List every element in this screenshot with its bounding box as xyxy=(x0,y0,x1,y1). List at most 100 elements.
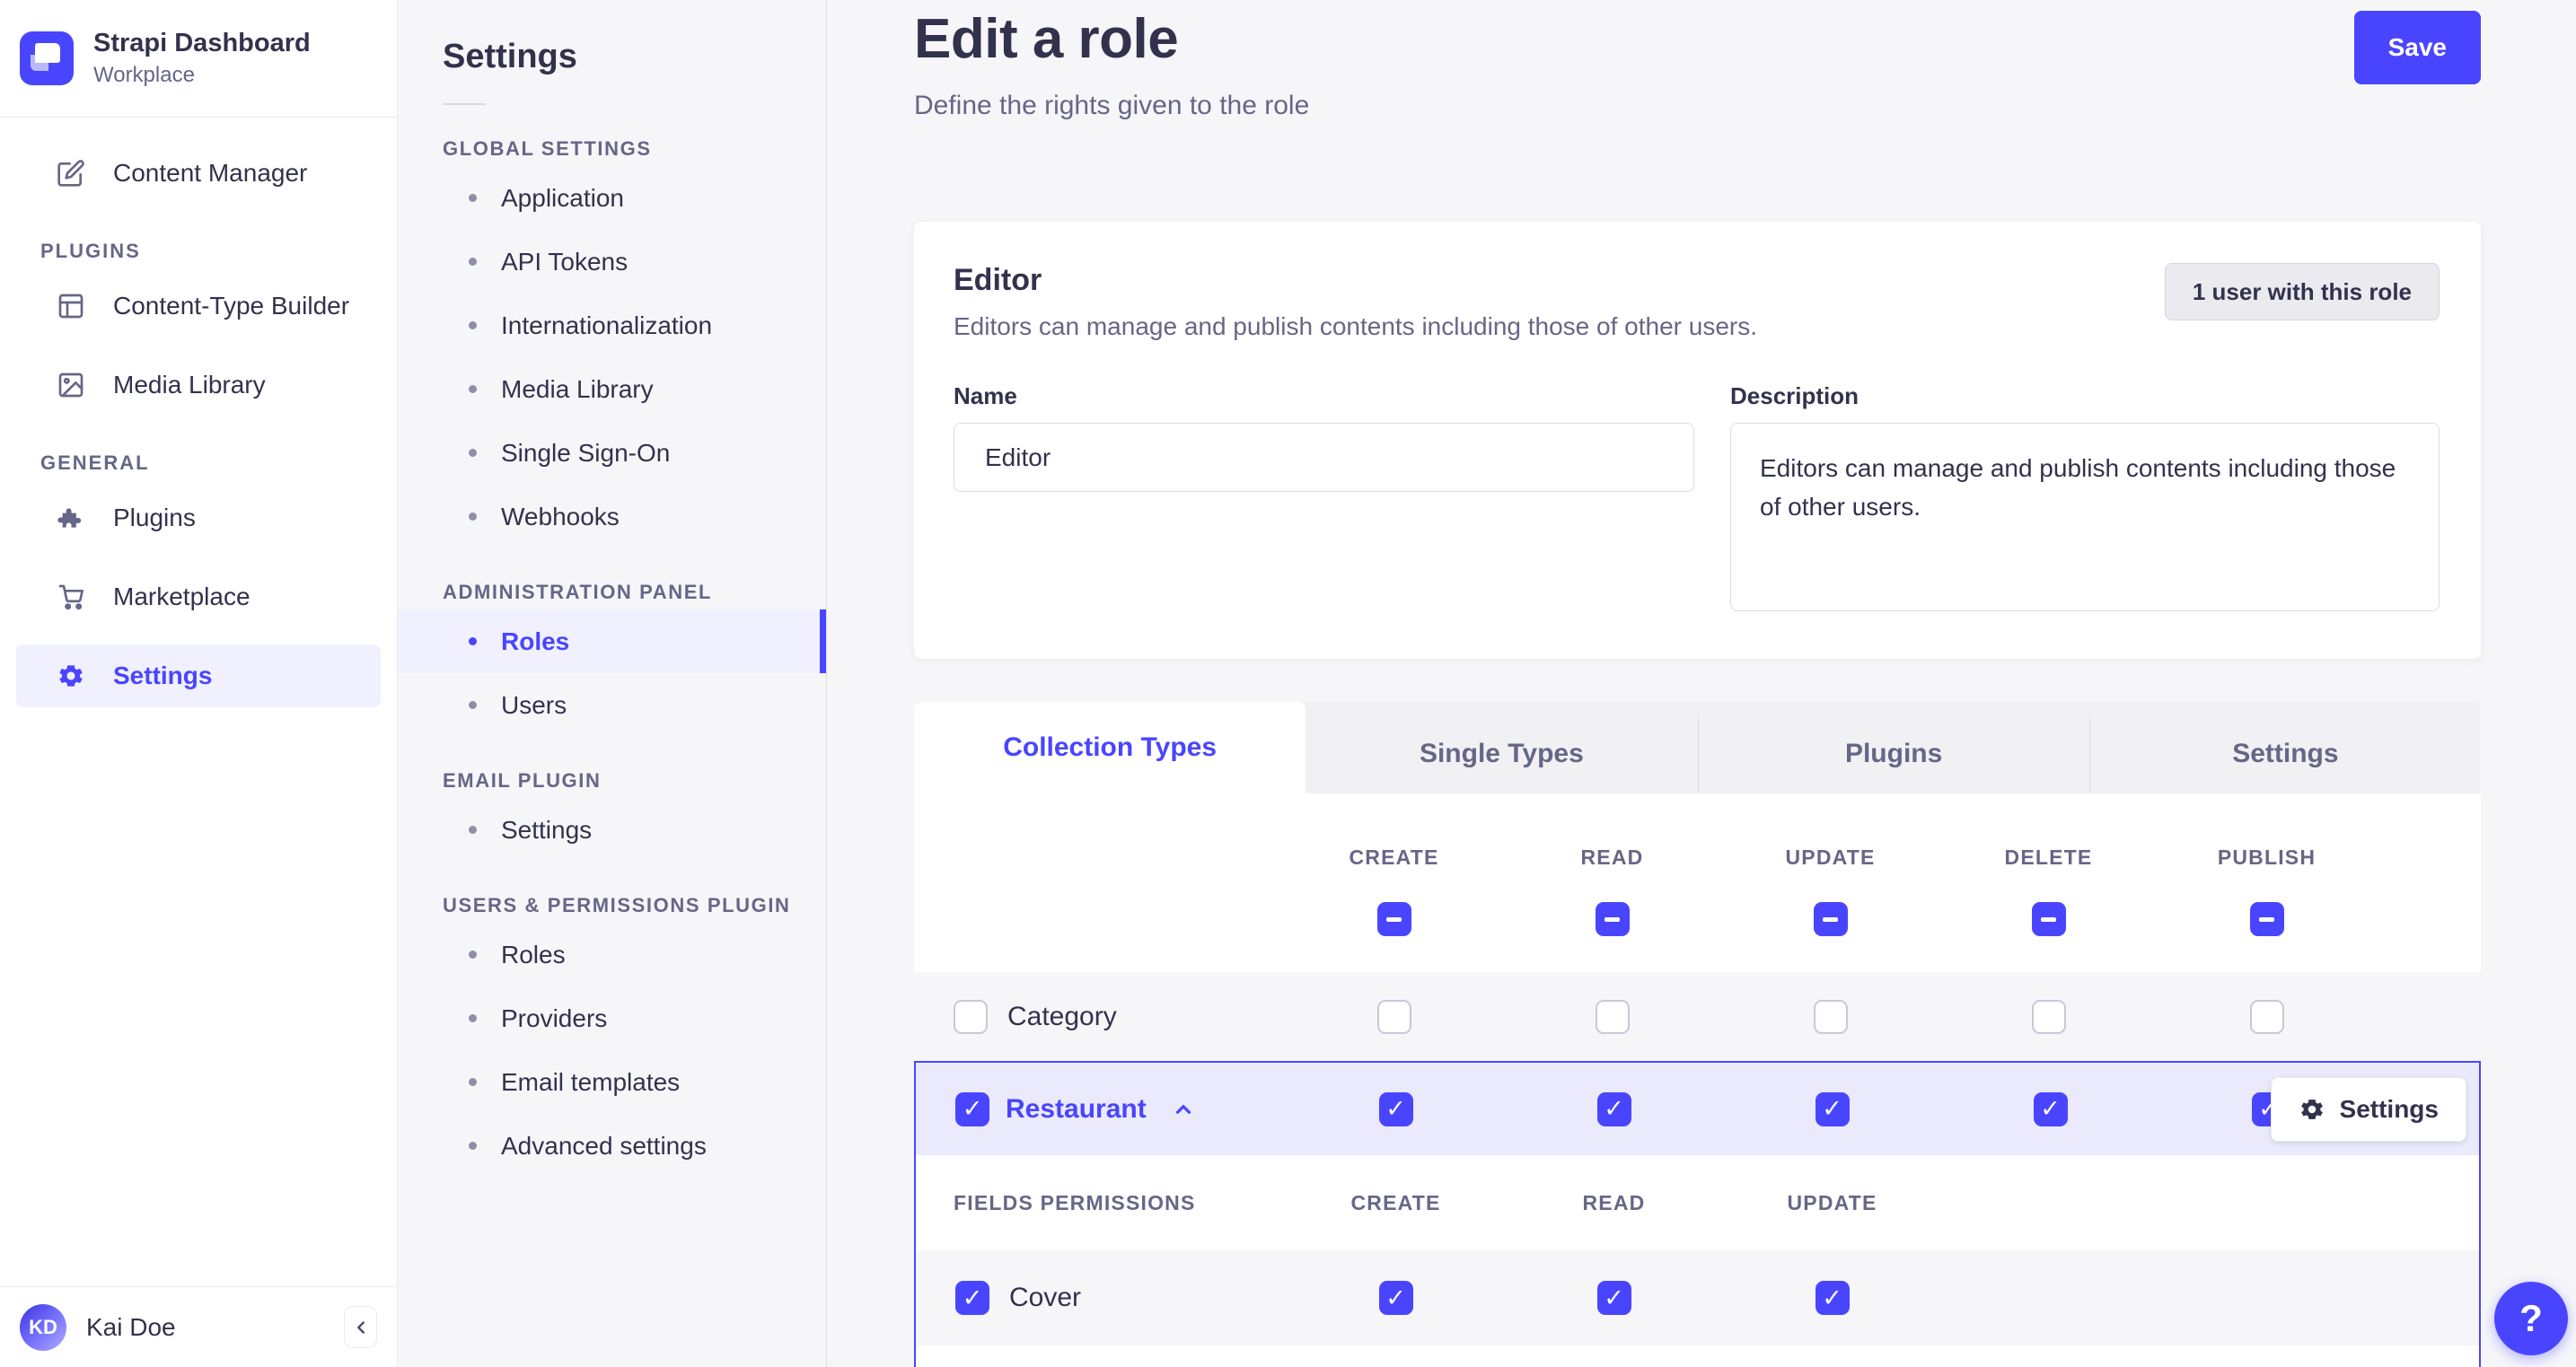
category-create-checkbox[interactable] xyxy=(1376,999,1411,1034)
subnav-item-api-tokens[interactable]: API Tokens xyxy=(398,230,826,294)
select-all-publish-checkbox[interactable] xyxy=(2249,902,2284,936)
select-all-create-checkbox[interactable] xyxy=(1376,902,1411,936)
restaurant-row-checkbox[interactable] xyxy=(955,1091,989,1126)
bullet-icon xyxy=(469,951,477,959)
sidebar-item-content-manager[interactable]: Content Manager xyxy=(16,134,381,213)
subnav-item-up-roles[interactable]: Roles xyxy=(398,923,826,986)
brand-subtitle: Workplace xyxy=(93,63,195,88)
sidebar-item-marketplace[interactable]: Marketplace xyxy=(16,557,381,636)
tab-single-types[interactable]: Single Types xyxy=(1306,714,1697,793)
tab-plugins[interactable]: Plugins xyxy=(1697,714,2089,793)
bullet-icon xyxy=(469,258,477,266)
description-field-label: Description xyxy=(1730,382,1859,409)
gear-icon xyxy=(2299,1096,2325,1123)
edit-icon xyxy=(56,158,86,188)
category-publish-checkbox[interactable] xyxy=(2249,999,2284,1034)
subnav-item-webhooks[interactable]: Webhooks xyxy=(398,485,826,548)
cover-create-checkbox[interactable] xyxy=(1378,1281,1413,1315)
user-name: Kai Doe xyxy=(86,1312,176,1341)
subnav-item-email-settings[interactable]: Settings xyxy=(398,798,826,862)
sidebar-item-settings[interactable]: Settings xyxy=(16,644,381,707)
subnav-item-roles[interactable]: Roles xyxy=(398,609,826,673)
row-label[interactable]: Category xyxy=(1007,1002,1117,1032)
fields-column-header-create: CREATE xyxy=(1350,1190,1441,1214)
bullet-icon xyxy=(469,826,477,834)
chevron-up-icon[interactable] xyxy=(1172,1098,1195,1121)
sidebar-item-content-type-builder[interactable]: Content-Type Builder xyxy=(16,267,381,346)
column-header-publish: PUBLISH xyxy=(2217,846,2317,869)
category-update-checkbox[interactable] xyxy=(1813,999,1848,1034)
select-all-update-checkbox[interactable] xyxy=(1813,902,1848,936)
column-header-read: READ xyxy=(1580,846,1644,869)
save-button[interactable]: Save xyxy=(2353,11,2481,84)
cover-update-checkbox[interactable] xyxy=(1815,1281,1850,1315)
subnav-item-label: Roles xyxy=(501,627,570,655)
description-textarea[interactable]: Editors can manage and publish contents … xyxy=(1730,423,2440,611)
bullet-icon xyxy=(469,1078,477,1086)
restaurant-update-checkbox[interactable] xyxy=(1815,1091,1850,1126)
subnav-item-single-sign-on[interactable]: Single Sign-On xyxy=(398,421,826,485)
category-row-checkbox[interactable] xyxy=(954,999,988,1034)
restaurant-read-checkbox[interactable] xyxy=(1596,1091,1631,1126)
sidebar-item-media-library[interactable]: Media Library xyxy=(16,346,381,425)
sidebar-collapse-button[interactable] xyxy=(344,1306,377,1348)
column-header-update: UPDATE xyxy=(1785,846,1876,869)
subnav-item-internationalization[interactable]: Internationalization xyxy=(398,294,826,357)
bullet-icon xyxy=(469,637,477,645)
cover-read-checkbox[interactable] xyxy=(1596,1281,1631,1315)
tab-settings[interactable]: Settings xyxy=(2088,714,2481,793)
main-content: Edit a role Define the rights given to t… xyxy=(827,0,2576,1367)
gear-icon xyxy=(56,661,86,691)
column-header-delete: DELETE xyxy=(2004,846,2093,869)
subnav-item-media-library[interactable]: Media Library xyxy=(398,357,826,421)
name-field-group: Name xyxy=(954,382,1694,616)
cover-row-checkbox[interactable] xyxy=(955,1281,989,1315)
sidebar-section-general: GENERAL xyxy=(40,451,150,474)
chevron-left-icon xyxy=(351,1318,371,1337)
role-card-header: Editor Editors can manage and publish co… xyxy=(954,263,2440,341)
restaurant-expanded-group: Restaurant Setting xyxy=(914,1061,2481,1367)
category-delete-checkbox[interactable] xyxy=(2031,999,2066,1034)
subnav-item-label: Settings xyxy=(501,815,593,844)
subnav-item-advanced-settings[interactable]: Advanced settings xyxy=(398,1114,826,1178)
role-form-fields: Name Description Editors can manage and … xyxy=(954,382,2440,616)
subnav-item-label: API Tokens xyxy=(501,247,629,276)
category-read-checkbox[interactable] xyxy=(1595,999,1630,1034)
layout-icon xyxy=(56,291,86,321)
subnav-item-email-templates[interactable]: Email templates xyxy=(398,1050,826,1114)
select-all-read-checkbox[interactable] xyxy=(1595,902,1630,936)
help-button[interactable]: ? xyxy=(2494,1282,2568,1355)
fields-column-header-read: READ xyxy=(1582,1190,1646,1214)
name-input[interactable] xyxy=(954,423,1694,492)
settings-button-label: Settings xyxy=(2339,1094,2439,1123)
subnav-item-label: Application xyxy=(501,183,624,212)
fields-permissions-header: FIELDS PERMISSIONS CREATE READ UPDATE xyxy=(916,1155,2479,1250)
subnav-item-users[interactable]: Users xyxy=(398,673,826,737)
users-with-role-button[interactable]: 1 user with this role xyxy=(2164,263,2440,320)
sidebar-item-label: Marketplace xyxy=(113,583,251,610)
page-header-text: Edit a role Define the rights given to t… xyxy=(914,7,1309,121)
sidebar-section-plugins: PLUGINS xyxy=(40,240,141,262)
subnav-section-users-permissions-plugin: USERS & PERMISSIONS PLUGIN xyxy=(443,894,791,916)
subnav-item-label: Roles xyxy=(501,940,566,968)
avatar[interactable]: KD xyxy=(20,1303,66,1351)
sidebar-item-label: Content-Type Builder xyxy=(113,292,350,320)
restaurant-settings-button[interactable]: Settings xyxy=(2270,1076,2466,1142)
restaurant-create-checkbox[interactable] xyxy=(1378,1091,1413,1126)
permissions-table: CREATE READ UPDATE DELETE PUBLISH Catego… xyxy=(914,793,2481,1367)
subnav-item-providers[interactable]: Providers xyxy=(398,986,826,1050)
fields-column-header-update: UPDATE xyxy=(1787,1190,1877,1214)
subnav-section-email-plugin: EMAIL PLUGIN xyxy=(443,769,602,792)
restaurant-delete-checkbox[interactable] xyxy=(2033,1091,2068,1126)
brand[interactable]: Strapi Dashboard Workplace xyxy=(0,0,397,118)
sidebar-item-plugins[interactable]: Plugins xyxy=(16,478,381,557)
sidebar-item-label: Plugins xyxy=(113,504,196,531)
tab-collection-types[interactable]: Collection Types xyxy=(914,702,1306,793)
column-header-create: CREATE xyxy=(1349,846,1439,869)
subnav-item-application[interactable]: Application xyxy=(398,166,826,230)
role-title: Editor xyxy=(954,263,1042,297)
subnav-item-label: Single Sign-On xyxy=(501,438,671,467)
select-all-delete-checkbox[interactable] xyxy=(2031,902,2066,936)
row-label[interactable]: Restaurant xyxy=(1006,1094,1147,1125)
permissions-column-labels: CREATE READ UPDATE DELETE PUBLISH xyxy=(914,846,2481,870)
